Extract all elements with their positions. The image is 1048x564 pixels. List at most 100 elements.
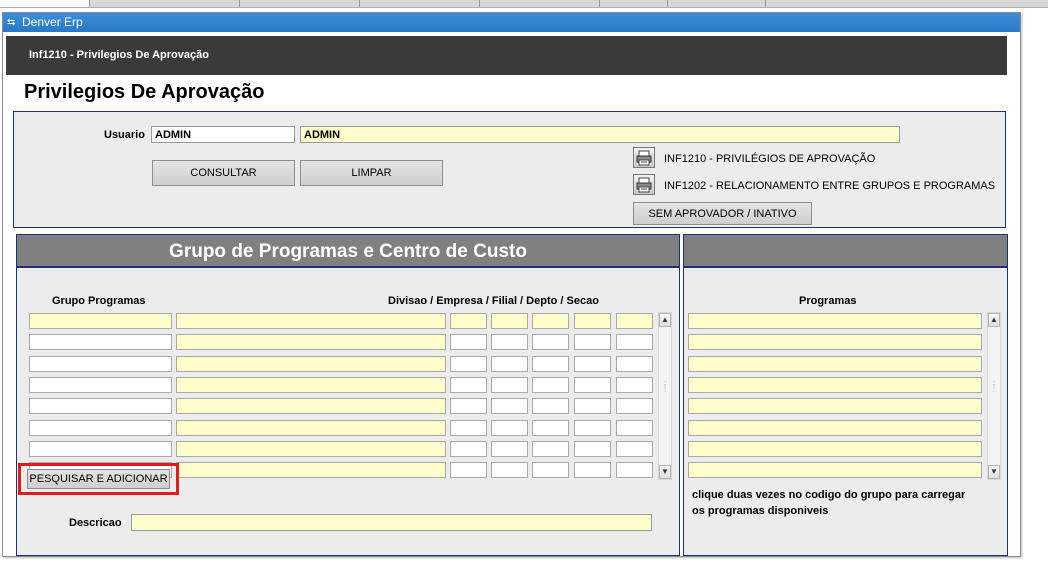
grupo-descricao-cell[interactable] bbox=[176, 419, 446, 436]
programa-cell[interactable] bbox=[688, 398, 982, 415]
divisao-cell[interactable] bbox=[532, 376, 569, 393]
programa-cell[interactable] bbox=[688, 440, 982, 457]
divisao-cell[interactable] bbox=[616, 440, 653, 457]
divisao-cell[interactable] bbox=[532, 355, 569, 372]
programs-scrollbar[interactable]: ▲ ⋮ ⋮ ▼ bbox=[987, 312, 1001, 480]
divisao-cell[interactable] bbox=[616, 462, 653, 479]
programa-cell[interactable] bbox=[688, 334, 982, 351]
grupo-descricao-cell[interactable] bbox=[176, 462, 446, 479]
window-title: Denver Erp bbox=[22, 15, 83, 29]
divisao-cell[interactable] bbox=[491, 440, 528, 457]
programa-cell[interactable] bbox=[688, 313, 982, 329]
usuario-code-input[interactable] bbox=[151, 126, 295, 143]
limpar-button[interactable]: LIMPAR bbox=[300, 160, 443, 186]
window-titlebar[interactable]: ⇆ Denver Erp bbox=[3, 13, 1020, 32]
divisao-cell[interactable] bbox=[616, 419, 653, 436]
programa-cell[interactable] bbox=[688, 355, 982, 372]
grupo-programas-cell[interactable] bbox=[29, 376, 172, 393]
grupo-programas-cell[interactable] bbox=[29, 313, 172, 329]
grupo-descricao-cell[interactable] bbox=[176, 398, 446, 415]
grupo-descricao-cell[interactable] bbox=[176, 355, 446, 372]
divisao-cell[interactable] bbox=[491, 419, 528, 436]
consultar-button[interactable]: CONSULTAR bbox=[152, 160, 295, 186]
grupo-programas-cell[interactable] bbox=[29, 334, 172, 351]
divisao-cell[interactable] bbox=[491, 355, 528, 372]
group-panel: Grupo de Programas e Centro de Custo Gru… bbox=[16, 234, 680, 556]
divisao-cell[interactable] bbox=[491, 398, 528, 415]
grupo-programas-cell[interactable] bbox=[29, 440, 172, 457]
programa-cell[interactable] bbox=[688, 462, 982, 479]
top-tab[interactable] bbox=[240, 0, 360, 7]
report-inf1202-link[interactable]: INF1202 - RELACIONAMENTO ENTRE GRUPOS E … bbox=[664, 180, 995, 192]
divisao-cell[interactable] bbox=[532, 334, 569, 351]
scroll-up-icon[interactable]: ▲ bbox=[988, 313, 1000, 327]
divisao-cell[interactable] bbox=[574, 462, 611, 479]
divisao-cell[interactable] bbox=[532, 419, 569, 436]
grupo-programas-cell[interactable] bbox=[29, 419, 172, 436]
program-header: Inf1210 - Privilegios De Aprovação bbox=[6, 36, 1007, 75]
divisao-cell[interactable] bbox=[616, 398, 653, 415]
top-tab[interactable] bbox=[600, 0, 668, 7]
grupo-descricao-cell[interactable] bbox=[176, 313, 446, 329]
scroll-down-icon[interactable]: ▼ bbox=[659, 465, 671, 479]
divisao-cell[interactable] bbox=[532, 313, 569, 329]
sem-aprovador-button[interactable]: SEM APROVADOR / INATIVO bbox=[633, 202, 812, 225]
scroll-grip[interactable]: ⋮ ⋮ bbox=[990, 381, 998, 393]
group-scrollbar[interactable]: ▲ ⋮ ⋮ ▼ bbox=[658, 312, 672, 480]
programa-cell[interactable] bbox=[688, 419, 982, 436]
help-line-1: clique duas vezes no codigo do grupo par… bbox=[692, 489, 966, 501]
divisao-cell[interactable] bbox=[574, 419, 611, 436]
divisao-cell[interactable] bbox=[450, 462, 487, 479]
scroll-grip[interactable]: ⋮ ⋮ bbox=[661, 381, 669, 393]
divisao-cell[interactable] bbox=[450, 419, 487, 436]
divisao-cell[interactable] bbox=[616, 376, 653, 393]
top-tab[interactable] bbox=[480, 0, 600, 7]
app-icon: ⇆ bbox=[7, 17, 16, 28]
usuario-name-field bbox=[300, 126, 900, 143]
divisao-cell[interactable] bbox=[450, 376, 487, 393]
grupo-descricao-cell[interactable] bbox=[176, 334, 446, 351]
report-inf1210-link[interactable]: INF1210 - PRIVILÉGIOS DE APROVAÇÃO bbox=[664, 153, 875, 165]
divisao-cell[interactable] bbox=[450, 440, 487, 457]
top-tab[interactable] bbox=[360, 0, 480, 7]
divisao-cell[interactable] bbox=[491, 462, 528, 479]
divisao-cell[interactable] bbox=[532, 462, 569, 479]
divisao-cell[interactable] bbox=[574, 376, 611, 393]
scroll-down-icon[interactable]: ▼ bbox=[988, 465, 1000, 479]
highlight-box bbox=[18, 463, 179, 495]
grupo-descricao-cell[interactable] bbox=[176, 440, 446, 457]
top-tab[interactable] bbox=[668, 0, 766, 7]
printer-icon[interactable] bbox=[633, 147, 655, 168]
app-window: ⇆ Denver Erp Inf1210 - Privilegios De Ap… bbox=[2, 12, 1021, 557]
top-tab-strip bbox=[0, 0, 1048, 8]
top-tab[interactable] bbox=[90, 0, 240, 7]
divisao-cell[interactable] bbox=[450, 355, 487, 372]
page-title: Privilegios De Aprovação bbox=[24, 81, 265, 103]
programa-cell[interactable] bbox=[688, 376, 982, 393]
divisao-cell[interactable] bbox=[574, 313, 611, 329]
divisao-cell[interactable] bbox=[450, 334, 487, 351]
grupo-programas-cell[interactable] bbox=[29, 398, 172, 415]
scroll-up-icon[interactable]: ▲ bbox=[659, 313, 671, 327]
col-programas: Programas bbox=[799, 295, 857, 307]
descricao-label: Descricao bbox=[69, 517, 122, 529]
divisao-cell[interactable] bbox=[491, 376, 528, 393]
divisao-cell[interactable] bbox=[574, 398, 611, 415]
printer-icon[interactable] bbox=[633, 174, 655, 195]
divisao-cell[interactable] bbox=[532, 398, 569, 415]
divisao-cell[interactable] bbox=[450, 313, 487, 329]
divisao-cell[interactable] bbox=[616, 334, 653, 351]
grupo-programas-cell[interactable] bbox=[29, 355, 172, 372]
top-tab[interactable] bbox=[0, 0, 90, 7]
divisao-cell[interactable] bbox=[616, 313, 653, 329]
divisao-cell[interactable] bbox=[574, 334, 611, 351]
divisao-cell[interactable] bbox=[491, 334, 528, 351]
divisao-cell[interactable] bbox=[491, 313, 528, 329]
divisao-cell[interactable] bbox=[574, 440, 611, 457]
divisao-cell[interactable] bbox=[532, 440, 569, 457]
programs-panel-title bbox=[684, 235, 1007, 268]
grupo-descricao-cell[interactable] bbox=[176, 376, 446, 393]
divisao-cell[interactable] bbox=[450, 398, 487, 415]
divisao-cell[interactable] bbox=[574, 355, 611, 372]
divisao-cell[interactable] bbox=[616, 355, 653, 372]
